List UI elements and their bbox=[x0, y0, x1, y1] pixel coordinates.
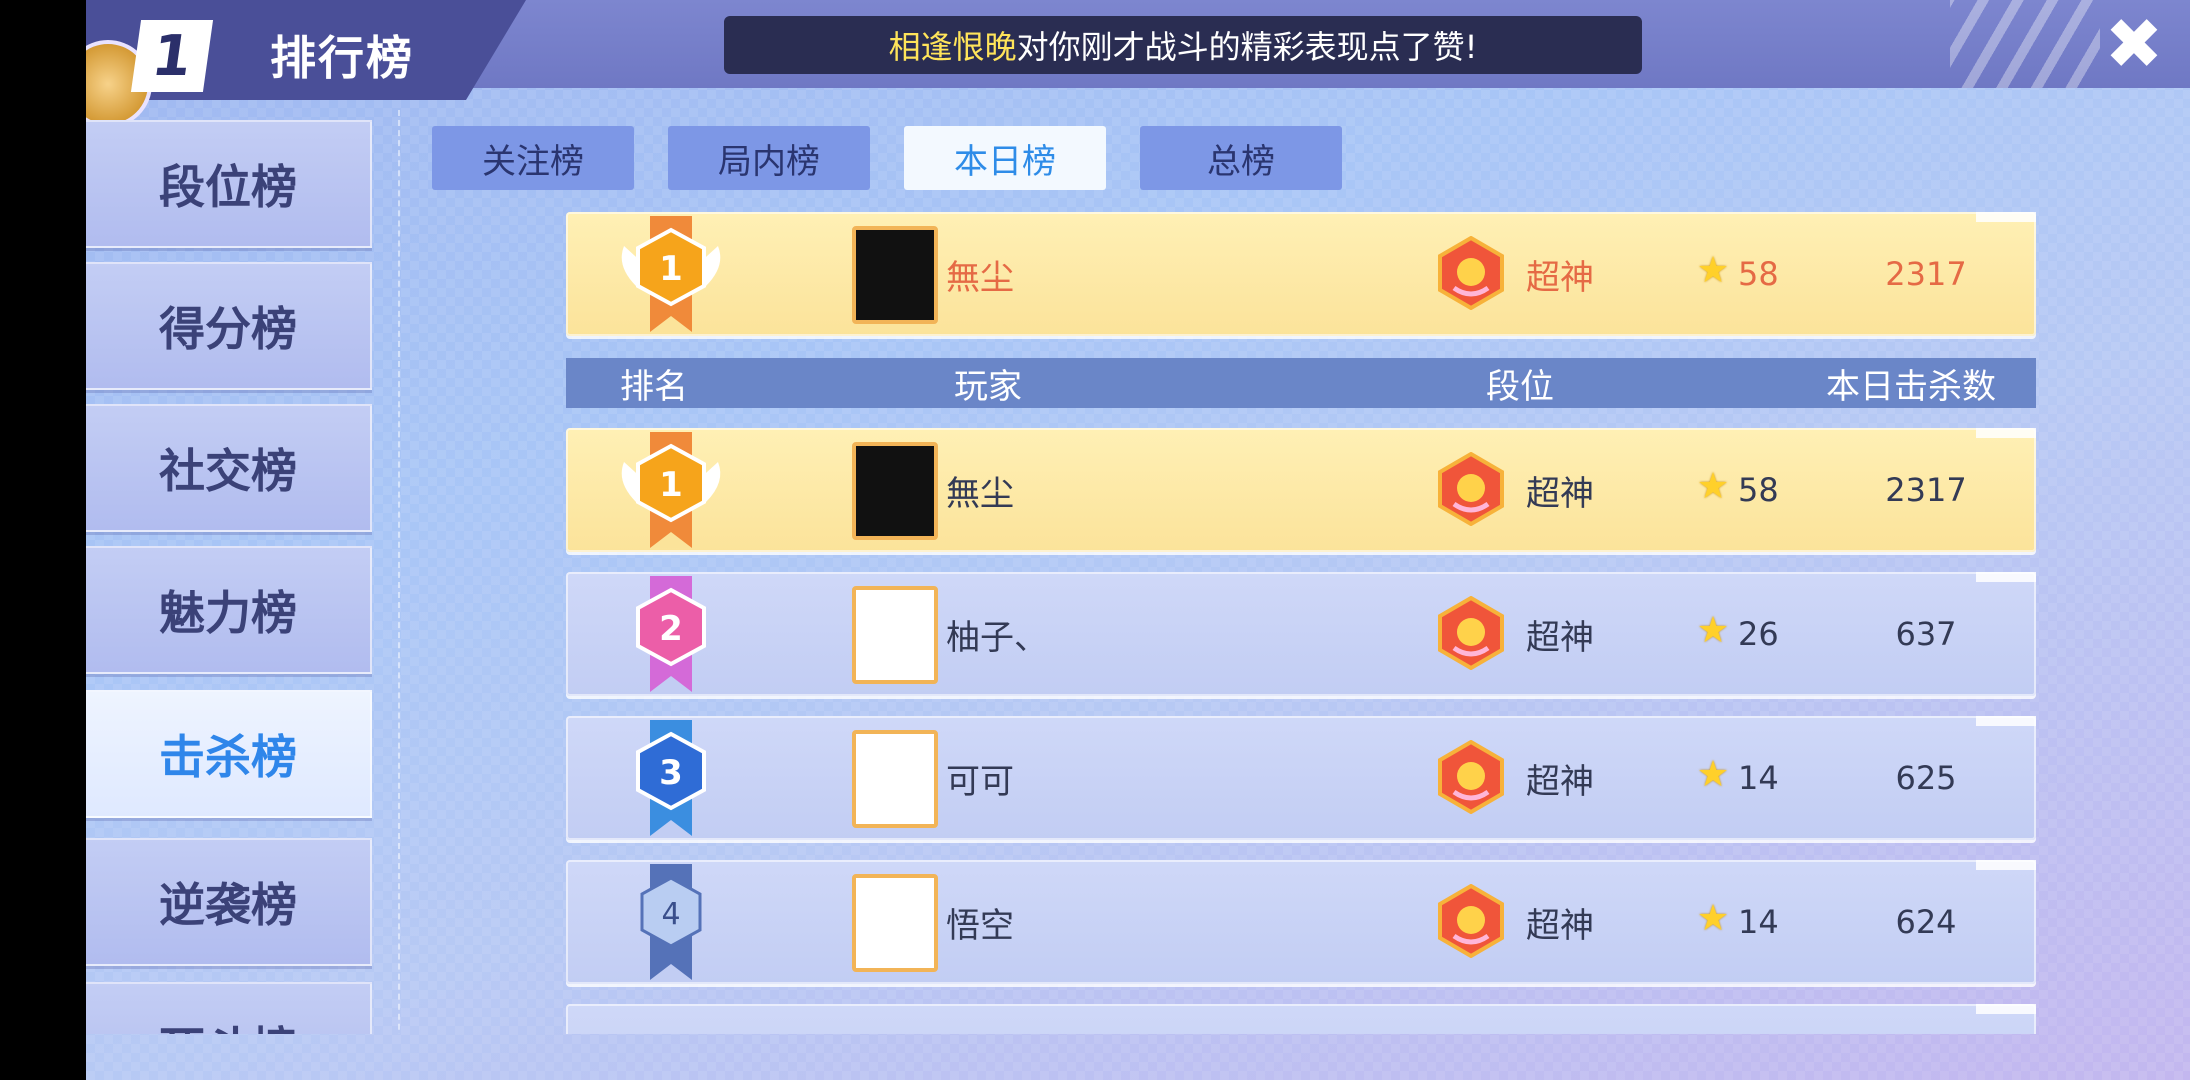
tier-label: 超神 bbox=[1526, 617, 1594, 658]
tab-label: 关注榜 bbox=[482, 141, 584, 182]
sidebar-item-deathmatch[interactable]: 死斗榜 bbox=[86, 982, 372, 1034]
tab-overall[interactable]: 总榜 bbox=[1140, 126, 1342, 190]
tab-following[interactable]: 关注榜 bbox=[432, 126, 634, 190]
content-area: 段位榜 得分榜 社交榜 魅力榜 击杀榜 逆袭榜 死斗榜 关注榜 局内榜 本日榜 … bbox=[86, 0, 2190, 1034]
pink-rank-badge-icon: 2 bbox=[636, 576, 706, 692]
sidebar-item-social[interactable]: 社交榜 bbox=[86, 404, 372, 532]
badge-rank-text: 4 bbox=[661, 897, 680, 932]
star-icon: ★ bbox=[1696, 898, 1730, 939]
super-god-tier-icon bbox=[1438, 596, 1504, 670]
kill-count: 625 bbox=[1895, 759, 1957, 797]
super-god-tier-icon bbox=[1438, 884, 1504, 958]
tier-label: 超神 bbox=[1526, 761, 1594, 802]
table-header: 排名 玩家 段位 本日击杀数 bbox=[566, 358, 2036, 408]
sidebar-item-kills[interactable]: 击杀榜 bbox=[86, 690, 372, 818]
tab-label: 总榜 bbox=[1207, 141, 1275, 182]
column-header-player: 玩家 bbox=[954, 366, 1022, 407]
gold-rank-badge-icon: 1 bbox=[621, 216, 721, 332]
gold-rank-badge-icon: 1 bbox=[621, 432, 721, 548]
table-row[interactable]: 3 可可 超神 ★ 14 625 bbox=[566, 716, 2036, 840]
sidebar-item-score[interactable]: 得分榜 bbox=[86, 262, 372, 390]
table-row[interactable]: 1 無尘 超神 ★ 58 2317 bbox=[566, 428, 2036, 552]
tier-label: 超神 bbox=[1526, 473, 1594, 514]
star-count: 26 bbox=[1738, 615, 1779, 653]
sidebar-item-label: 逆袭榜 bbox=[159, 878, 297, 932]
player-name: 悟空 bbox=[946, 905, 1014, 946]
avatar[interactable] bbox=[852, 874, 938, 972]
tier-label: 超神 bbox=[1526, 905, 1594, 946]
player-name: 柚子、 bbox=[946, 617, 1048, 658]
divider bbox=[398, 110, 400, 1034]
super-god-tier-icon bbox=[1438, 452, 1504, 526]
tab-today[interactable]: 本日榜 bbox=[904, 126, 1106, 190]
star-count: 58 bbox=[1738, 255, 1779, 293]
column-header-kills: 本日击杀数 bbox=[1826, 366, 1996, 407]
badge-rank-text: 1 bbox=[659, 465, 683, 505]
sidebar-item-tier[interactable]: 段位榜 bbox=[86, 120, 372, 248]
kill-count: 624 bbox=[1895, 903, 1957, 941]
row-corner-decoration bbox=[1976, 1004, 2036, 1014]
sidebar-item-label: 击杀榜 bbox=[159, 730, 297, 784]
tab-in-match[interactable]: 局内榜 bbox=[668, 126, 870, 190]
sidebar-item-comeback[interactable]: 逆袭榜 bbox=[86, 838, 372, 966]
tab-label: 局内榜 bbox=[718, 141, 820, 182]
sidebar-item-label: 段位榜 bbox=[159, 160, 297, 214]
sidebar-item-charm[interactable]: 魅力榜 bbox=[86, 546, 372, 674]
column-header-rank: 排名 bbox=[620, 366, 688, 407]
kill-count: 2317 bbox=[1885, 255, 1967, 293]
star-icon: ★ bbox=[1696, 466, 1730, 507]
kill-count: 637 bbox=[1895, 615, 1957, 653]
silver-rank-badge-icon: 4 bbox=[640, 864, 702, 980]
blue-rank-badge-icon: 3 bbox=[636, 720, 706, 836]
star-count: 14 bbox=[1738, 903, 1779, 941]
sidebar-item-label: 魅力榜 bbox=[159, 586, 297, 640]
table-row[interactable]: 4 悟空 超神 ★ 14 624 bbox=[566, 860, 2036, 984]
avatar[interactable] bbox=[852, 442, 938, 540]
player-name: 無尘 bbox=[946, 257, 1014, 298]
avatar[interactable] bbox=[852, 586, 938, 684]
sidebar-item-label: 死斗榜 bbox=[159, 1013, 297, 1034]
super-god-tier-icon bbox=[1438, 236, 1504, 310]
sidebar-item-label: 得分榜 bbox=[159, 302, 297, 356]
star-icon: ★ bbox=[1696, 250, 1730, 291]
star-count: 58 bbox=[1738, 471, 1779, 509]
player-name: 無尘 bbox=[946, 473, 1014, 514]
sidebar-item-label: 社交榜 bbox=[159, 444, 297, 498]
table-row-partial[interactable] bbox=[566, 1004, 2036, 1034]
star-count: 14 bbox=[1738, 759, 1779, 797]
player-name: 可可 bbox=[946, 761, 1014, 802]
star-icon: ★ bbox=[1696, 754, 1730, 795]
super-god-tier-icon bbox=[1438, 740, 1504, 814]
badge-rank-text: 3 bbox=[659, 753, 683, 793]
kill-count: 2317 bbox=[1885, 471, 1967, 509]
badge-rank-text: 2 bbox=[659, 609, 683, 649]
table-row[interactable]: 2 柚子、 超神 ★ 26 637 bbox=[566, 572, 2036, 696]
badge-rank-text: 1 bbox=[659, 249, 683, 289]
avatar[interactable] bbox=[852, 226, 938, 324]
game-screen: 1 排行榜 相逢恨晚 对你刚才战斗的精彩表现点了赞! ✖ 段位榜 得分榜 社交榜 … bbox=[86, 0, 2190, 1080]
avatar[interactable] bbox=[852, 730, 938, 828]
star-icon: ★ bbox=[1696, 610, 1730, 651]
tier-label: 超神 bbox=[1526, 257, 1594, 298]
my-rank-row[interactable]: 1 無尘 超神 ★ 58 2317 bbox=[566, 212, 2036, 336]
tab-label: 本日榜 bbox=[954, 141, 1056, 182]
column-header-tier: 段位 bbox=[1486, 366, 1554, 407]
